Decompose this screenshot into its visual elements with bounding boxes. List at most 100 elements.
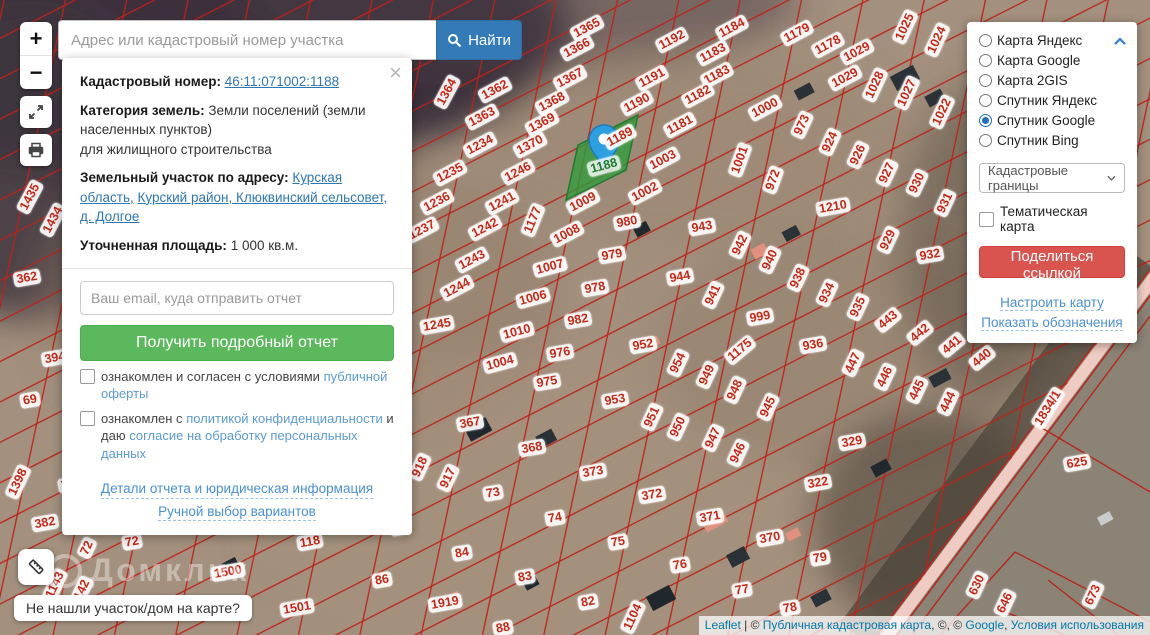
leaflet-link[interactable]: Leaflet (705, 618, 741, 632)
parcel-label[interactable]: 1919 (427, 592, 463, 614)
parcel-label[interactable]: 1024 (923, 21, 951, 59)
parcel-label[interactable]: 371 (695, 507, 725, 527)
parcel-label[interactable]: 917 (435, 462, 461, 494)
parcel-label[interactable]: 934 (814, 277, 840, 309)
manual-select-link[interactable]: Ручной выбор вариантов (158, 503, 316, 522)
fullscreen-button[interactable] (20, 96, 52, 128)
parcel-label[interactable]: 940 (757, 244, 783, 276)
parcel-label[interactable]: 999 (745, 307, 775, 327)
parcel-label[interactable]: 443 (872, 305, 904, 335)
parcel-label[interactable]: 370 (755, 528, 785, 548)
parcel-label[interactable]: 1192 (653, 25, 691, 55)
personal-data-link[interactable]: согласие на обработку персональных данны… (101, 428, 358, 461)
measure-button[interactable] (18, 549, 54, 585)
parcel-label[interactable]: 980 (612, 212, 642, 232)
thematic-map-row[interactable]: Тематическая карта (979, 204, 1125, 234)
parcel-label[interactable]: 946 (725, 437, 751, 469)
parcel-label[interactable]: 447 (840, 347, 866, 379)
parcel-label[interactable]: 1435 (15, 178, 45, 216)
parcel-label[interactable]: 1244 (438, 273, 476, 303)
parcel-label[interactable]: 88 (491, 618, 515, 635)
layer-option-yandex-sat[interactable]: Спутник Яндекс (979, 90, 1125, 110)
search-input[interactable] (58, 20, 436, 60)
parcel-label[interactable]: 1177 (519, 201, 547, 239)
parcel-label[interactable]: 1184 (713, 13, 751, 43)
parcel-label[interactable]: 951 (639, 401, 665, 433)
parcel-label[interactable]: 947 (700, 422, 726, 454)
parcel-label[interactable]: 944 (665, 267, 695, 287)
report-details-link[interactable]: Детали отчета и юридическая информация (100, 480, 374, 499)
google-link[interactable]: Google (965, 618, 1004, 632)
parcel-label[interactable]: 982 (563, 310, 593, 330)
parcel-label[interactable]: 973 (789, 109, 815, 141)
parcel-label[interactable]: 1363 (463, 102, 501, 132)
parcel-label[interactable]: 1003 (644, 145, 682, 175)
parcel-label[interactable]: 69 (18, 390, 42, 410)
cadastral-number-link[interactable]: 46:11:071002:1188 (225, 74, 339, 89)
search-button[interactable]: Найти (436, 20, 522, 60)
configure-map-link[interactable]: Настроить карту (1000, 295, 1104, 311)
parcel-label[interactable]: 83 (513, 567, 537, 587)
parcel-label[interactable]: 72 (120, 532, 144, 552)
parcel-label[interactable]: 1191 (633, 63, 671, 93)
parcel-label[interactable]: 1834/1 (1029, 385, 1067, 431)
parcel-label[interactable]: 372 (637, 485, 667, 505)
parcel-label[interactable]: 954 (665, 347, 691, 379)
parcel-label[interactable]: 930 (904, 167, 930, 199)
parcel-label[interactable]: 1236 (418, 187, 456, 217)
parcel-label[interactable]: 630 (964, 569, 990, 601)
parcel-label[interactable]: 975 (532, 372, 562, 392)
parcel-label[interactable]: 976 (545, 343, 575, 363)
parcel-label[interactable]: 1010 (498, 320, 536, 344)
pkk-link[interactable]: Публичная кадастровая карта (763, 618, 931, 632)
parcel-label[interactable]: 1181 (661, 110, 699, 140)
parcel-label[interactable]: 445 (904, 374, 930, 406)
parcel-label[interactable]: 1027 (893, 74, 921, 112)
parcel-label[interactable]: 1190 (618, 88, 656, 118)
parcel-label[interactable]: 950 (665, 411, 691, 443)
offer-consent-checkbox[interactable] (80, 368, 95, 384)
parcel-label[interactable]: 1235 (431, 158, 469, 188)
privacy-policy-link[interactable]: политикой конфиденциальности (186, 411, 383, 426)
parcel-label[interactable]: 367 (455, 413, 485, 433)
zoom-out-button[interactable]: − (20, 56, 52, 89)
parcel-label[interactable]: 979 (597, 245, 627, 265)
layer-option-google-sat[interactable]: Спутник Google (979, 110, 1125, 130)
parcel-label[interactable]: 322 (803, 473, 833, 493)
parcel-label[interactable]: 78 (778, 598, 802, 618)
parcel-label[interactable]: 1364 (432, 73, 462, 111)
parcel-label[interactable]: 118 (295, 532, 325, 552)
parcel-label[interactable]: 1028 (861, 66, 889, 104)
parcel-label[interactable]: 1002 (626, 177, 664, 207)
parcel-label[interactable]: 1501 (279, 597, 315, 619)
parcel-label[interactable]: 1362 (476, 75, 514, 105)
parcel-label[interactable]: 86 (370, 570, 394, 590)
parcel-label[interactable]: 924 (817, 126, 843, 158)
parcel-label[interactable]: 1000 (746, 93, 784, 123)
email-field[interactable] (80, 280, 394, 315)
parcel-label[interactable]: 75 (606, 532, 630, 552)
parcel-label[interactable]: 1242 (466, 213, 504, 243)
parcel-label[interactable]: 1022 (928, 93, 956, 131)
parcel-label[interactable]: 329 (837, 432, 867, 452)
layer-option-google-map[interactable]: Карта Google (979, 50, 1125, 70)
parcel-label[interactable]: 441 (936, 330, 968, 360)
parcel-label[interactable]: 945 (755, 391, 781, 423)
boundaries-select[interactable]: Кадастровые границы (979, 163, 1125, 193)
parcel-label[interactable]: 79 (808, 548, 832, 568)
parcel-label[interactable]: 368 (517, 438, 547, 458)
parcel-label[interactable]: 1189 (601, 122, 639, 152)
parcel-label[interactable]: 373 (578, 462, 608, 482)
get-report-button[interactable]: Получить подробный отчет (80, 324, 394, 361)
parcel-label[interactable]: 929 (875, 224, 901, 256)
terms-link[interactable]: Условия использования (1011, 618, 1144, 632)
parcel-label[interactable]: 76 (668, 555, 692, 575)
parcel-label[interactable]: 673 (1080, 579, 1106, 611)
parcel-label[interactable]: 1367 (551, 63, 589, 93)
parcel-label[interactable]: 949 (694, 359, 720, 391)
parcel-label[interactable]: 1009 (564, 187, 602, 217)
parcel-label[interactable]: 646 (992, 587, 1018, 619)
parcel-label[interactable]: 446 (872, 361, 898, 393)
parcel-label[interactable]: 943 (687, 217, 717, 237)
collapse-panel-button[interactable] (1113, 34, 1127, 49)
